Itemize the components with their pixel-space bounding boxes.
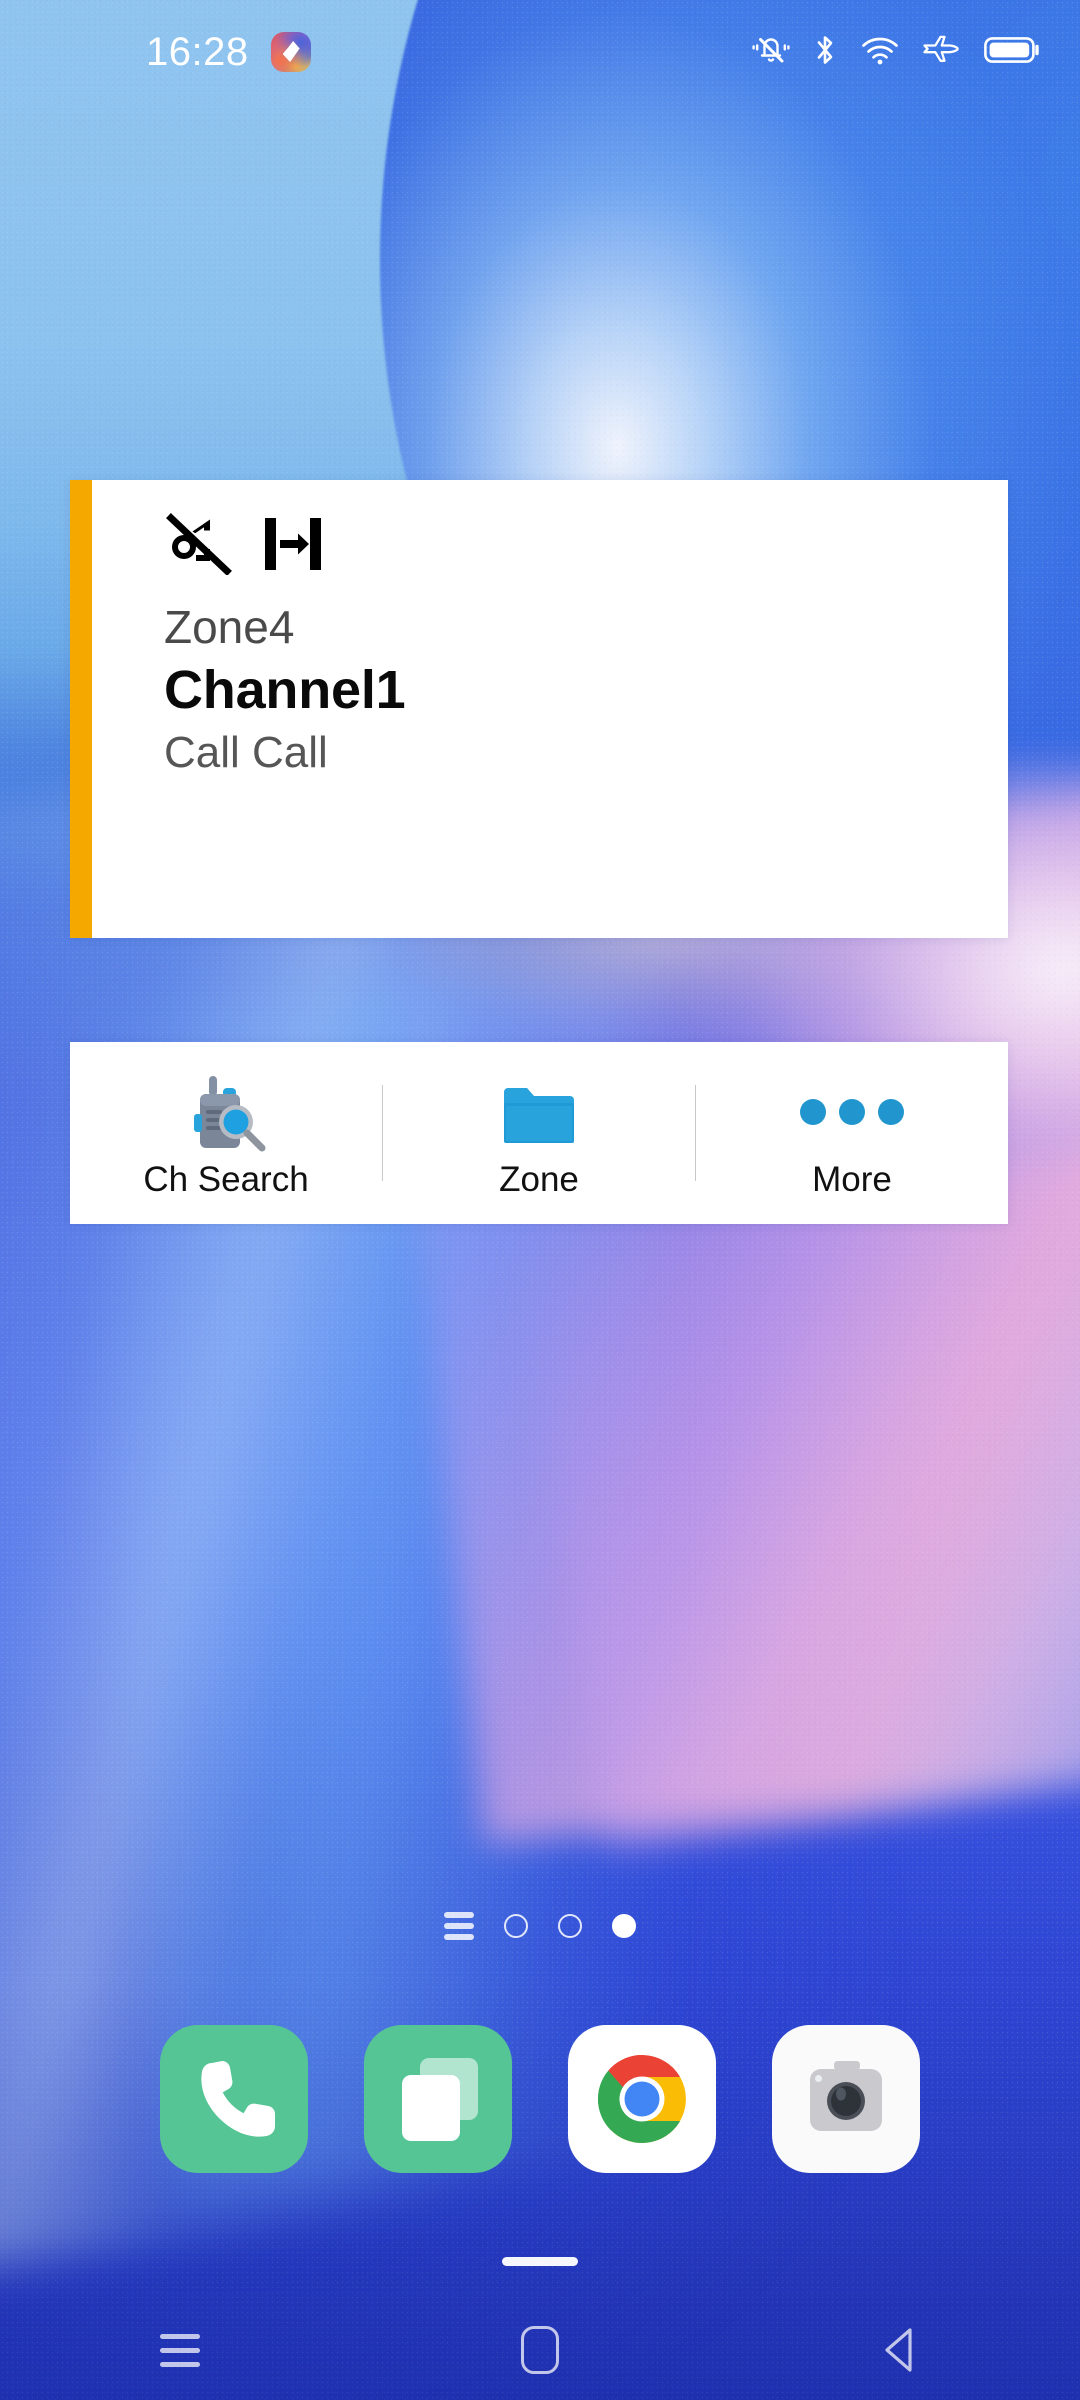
- action-ch-search-label: Ch Search: [143, 1159, 309, 1199]
- widget-accent-bar: [70, 480, 92, 938]
- dock: [0, 2025, 1080, 2173]
- speaker-mute-icon: [164, 512, 240, 580]
- home-indicator: [502, 2257, 578, 2266]
- status-bar-right: [752, 33, 1040, 72]
- status-bar-clock: 16:28: [146, 30, 249, 74]
- widget-status-icons: [164, 510, 1008, 582]
- wifi-icon: [860, 33, 900, 72]
- more-dots-icon: [800, 1070, 904, 1154]
- radio-status-widget[interactable]: Zone4 Channel1 Call Call: [70, 480, 1008, 938]
- back-button[interactable]: [720, 2300, 1080, 2400]
- page-dot-1[interactable]: [504, 1914, 528, 1938]
- widget-zone-label: Zone4: [164, 601, 295, 653]
- widget-action-bar: Ch Search Zone More: [70, 1042, 1008, 1224]
- page-indicator: [0, 1912, 1080, 1940]
- phone-app-icon[interactable]: [160, 2025, 308, 2173]
- home-icon: [521, 2326, 559, 2374]
- status-bar: 16:28: [0, 0, 1080, 104]
- vibrate-mute-icon: [752, 33, 790, 72]
- action-zone[interactable]: Zone: [383, 1042, 695, 1224]
- widget-call-status: Call Call: [164, 727, 328, 777]
- page-dot-3-active[interactable]: [612, 1914, 636, 1938]
- battery-full-icon: [984, 34, 1040, 71]
- gallery-app-icon: [270, 32, 311, 72]
- recents-icon: [160, 2333, 200, 2367]
- feed-page-icon[interactable]: [444, 1912, 474, 1940]
- bluetooth-icon: [812, 33, 838, 72]
- action-zone-label: Zone: [499, 1159, 579, 1199]
- phone-screen: 16:28 Zone4 Channel1 Call Call Ch Search…: [0, 0, 1080, 2400]
- action-ch-search[interactable]: Ch Search: [70, 1042, 382, 1224]
- status-bar-left: 16:28: [146, 32, 311, 72]
- action-more-label: More: [812, 1159, 892, 1199]
- widget-body: Zone4 Channel1 Call Call: [92, 480, 1008, 938]
- navigation-bar: [0, 2300, 1080, 2400]
- airplane-mode-icon: [922, 33, 962, 72]
- chrome-app-icon[interactable]: [568, 2025, 716, 2173]
- page-dot-2[interactable]: [558, 1914, 582, 1938]
- camera-app-icon[interactable]: [772, 2025, 920, 2173]
- home-button[interactable]: [360, 2300, 720, 2400]
- walkie-talkie-search-icon: [184, 1070, 268, 1154]
- recents-button[interactable]: [0, 2300, 360, 2400]
- messages-app-icon[interactable]: [364, 2025, 512, 2173]
- action-more[interactable]: More: [696, 1042, 1008, 1224]
- widget-channel-label: Channel1: [164, 659, 406, 720]
- back-icon: [885, 2328, 912, 2372]
- folder-icon: [499, 1070, 579, 1154]
- narrow-bandwidth-icon: [262, 513, 324, 580]
